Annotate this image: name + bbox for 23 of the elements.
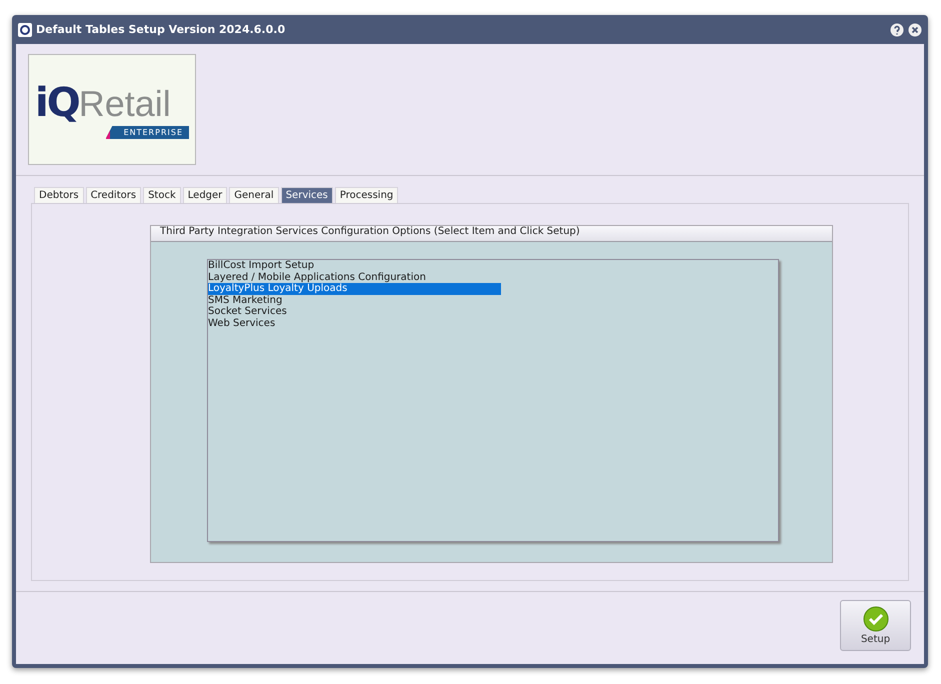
check-icon: [862, 606, 888, 632]
logo-name: Retail: [78, 83, 171, 125]
list-item[interactable]: SMS Marketing: [208, 294, 501, 306]
list-item[interactable]: Socket Services: [208, 306, 501, 318]
tab[interactable]: Debtors: [34, 187, 84, 203]
tab[interactable]: Stock: [143, 187, 181, 203]
logo-edition: ENTERPRISE: [106, 126, 189, 139]
tab[interactable]: Creditors: [86, 187, 142, 203]
app-icon: [18, 22, 32, 36]
tab[interactable]: Services: [280, 187, 333, 203]
group-title: Third Party Integration Services Configuration Options (Select Item and Click Setup): [151, 226, 832, 242]
setup-button[interactable]: Setup: [840, 600, 911, 651]
list-item[interactable]: LoyaltyPlus Loyalty Uploads: [208, 283, 501, 295]
tab[interactable]: General: [229, 187, 279, 203]
tab[interactable]: Ledger: [182, 187, 228, 203]
list-item[interactable]: Layered / Mobile Applications Configuration: [208, 272, 501, 284]
tab[interactable]: Processing: [334, 187, 398, 203]
window-title: Default Tables Setup Version 2024.6.0.0: [36, 23, 286, 36]
list-item[interactable]: Web Services: [208, 318, 501, 330]
help-icon[interactable]: [890, 22, 904, 36]
close-icon[interactable]: [908, 22, 922, 36]
logo-mark: iQ: [35, 80, 79, 126]
list-item[interactable]: BillCost Import Setup: [208, 260, 501, 272]
